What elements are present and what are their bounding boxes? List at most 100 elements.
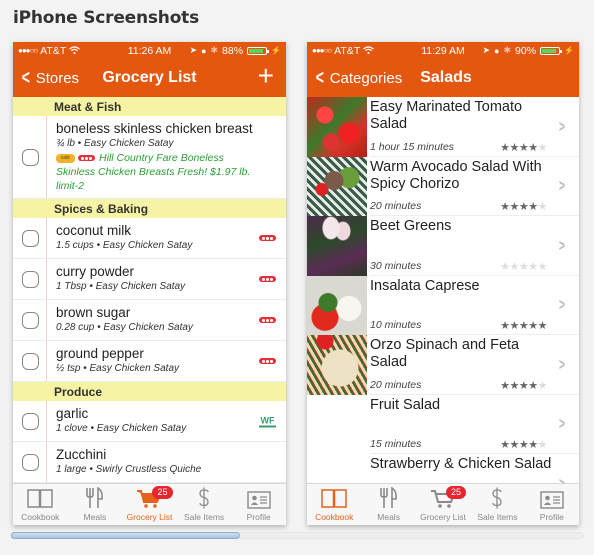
star-filled-icon: ★ (518, 201, 529, 213)
grocery-item[interactable]: brown sugar 0.28 cup • Easy Chicken Sata… (13, 300, 286, 341)
item-detail: ½ tsp • Easy Chicken Satay (56, 363, 180, 374)
recipe-row[interactable]: Insalata Caprese 10 minutes ★★★★★ > (307, 275, 579, 335)
tab-grocery-list[interactable]: Grocery List 25 (416, 484, 470, 525)
tab-label: Profile (539, 512, 564, 522)
nav-bar: < Categories Salads (307, 59, 579, 97)
chevron-right-icon[interactable]: > (559, 295, 565, 315)
tab-grocery-list[interactable]: Grocery List 25 (122, 484, 177, 525)
star-filled-icon: ★ (509, 439, 520, 451)
grocery-list[interactable]: Meat & Fish boneless skinless chicken br… (13, 97, 286, 483)
dollar-icon (197, 487, 211, 509)
chevron-right-icon[interactable]: > (559, 176, 565, 196)
tab-profile[interactable]: Profile (525, 484, 579, 525)
tab-meals[interactable]: Meals (68, 484, 123, 525)
profile-card-icon (540, 487, 564, 509)
add-item-button[interactable]: + (258, 62, 274, 90)
heb-icon (259, 317, 276, 323)
book-icon (321, 487, 347, 509)
heb-icon (259, 276, 276, 282)
grocery-item[interactable]: curry powder 1 Tbsp • Easy Chicken Satay (13, 259, 286, 300)
tab-label: Profile (246, 512, 271, 522)
tab-cookbook[interactable]: Cookbook (307, 484, 361, 525)
recipe-row[interactable]: Beet Greens 30 minutes ★★★★★ > (307, 216, 579, 276)
recipe-name: Warm Avocado Salad With Spicy Chorizo (370, 158, 542, 192)
item-name: garlic (56, 406, 89, 421)
star-filled-icon: ★ (518, 379, 529, 392)
recipe-name: Fruit Salad (370, 396, 441, 413)
chevron-right-icon[interactable]: > (559, 414, 565, 434)
star-empty-icon: ★ (528, 260, 538, 273)
recipe-row[interactable]: Easy Marinated Tomato Salad 1 hour 15 min… (307, 97, 579, 157)
recipe-name: Easy Marinated Tomato Salad (370, 99, 523, 132)
item-name: coconut milk (56, 223, 132, 238)
recipe-thumbnail (307, 156, 367, 216)
tab-label: Cookbook (21, 512, 60, 522)
chevron-right-icon[interactable]: > (559, 117, 565, 137)
recipe-name: Beet Greens (370, 218, 452, 234)
chevron-right-icon[interactable]: > (559, 474, 565, 483)
star-filled-icon: ★ (509, 379, 520, 392)
item-checkbox[interactable] (21, 270, 39, 288)
item-checkbox[interactable] (21, 311, 39, 329)
star-filled-icon: ★ (500, 201, 510, 213)
location-arrow-icon: ➤ (189, 45, 198, 55)
tab-sale-items[interactable]: Sale Items (177, 484, 232, 525)
recipe-list[interactable]: Easy Marinated Tomato Salad 1 hour 15 min… (307, 97, 579, 483)
battery-percent: 88% (222, 44, 244, 57)
charging-icon: ⚡ (564, 46, 574, 55)
recipe-name: Orzo Spinach and Feta Salad (370, 337, 520, 370)
recipe-row[interactable]: Orzo Spinach and Feta Salad 20 minutes ★★★… (307, 335, 579, 395)
grocery-item[interactable]: boneless skinless chicken breast ¾ lb • … (13, 116, 286, 199)
chevron-right-icon[interactable]: > (559, 355, 565, 375)
tab-label: Meals (377, 512, 400, 522)
scrollbar-thumb[interactable] (11, 532, 240, 539)
grocery-item[interactable]: ground pepper ½ tsp • Easy Chicken Satay (13, 341, 286, 382)
section-header: Produce (13, 382, 286, 401)
tab-sale-items[interactable]: Sale Items (470, 484, 524, 525)
recipe-name: Insalata Caprese (370, 277, 480, 294)
recipe-time: 15 minutes (370, 438, 422, 450)
back-button[interactable]: < Stores (13, 68, 79, 88)
back-button[interactable]: < Categories (307, 68, 402, 88)
star-rating: ★★★★★ (500, 260, 547, 273)
item-checkbox[interactable] (21, 412, 39, 430)
item-checkbox[interactable] (21, 453, 39, 471)
tab-profile[interactable]: Profile (231, 484, 286, 525)
sale-tag-icon: sale (56, 153, 75, 163)
grocery-item[interactable]: coconut milk 1.5 cups • Easy Chicken Sat… (13, 218, 286, 259)
grocery-item[interactable]: Zucchini 1 large • Swirly Crustless Quic… (13, 442, 286, 483)
recipe-time: 20 minutes (370, 200, 422, 212)
star-rating: ★★★★★ (500, 438, 547, 451)
grocery-item[interactable]: garlic 1 clove • Easy Chicken Satay WF (13, 401, 286, 442)
tab-meals[interactable]: Meals (361, 484, 415, 525)
tab-label: Meals (83, 512, 107, 522)
recipe-thumbnail (307, 275, 367, 335)
item-checkbox[interactable] (21, 352, 39, 370)
item-detail: 0.28 cup • Easy Chicken Satay (56, 322, 193, 333)
battery-percent: 90% (515, 44, 537, 57)
star-filled-icon: ★ (509, 201, 520, 213)
back-label: Categories (329, 69, 403, 87)
item-checkbox[interactable] (21, 229, 39, 247)
star-filled-icon: ★ (500, 379, 510, 392)
item-detail: 1 Tbsp • Easy Chicken Satay (56, 281, 186, 292)
recipe-thumbnail (307, 216, 367, 276)
recipe-thumbnail-empty (307, 395, 367, 455)
item-detail: 1 large • Swirly Crustless Quiche (56, 464, 202, 475)
item-name: boneless skinless chicken breast (56, 121, 253, 136)
alarm-icon: ● (201, 45, 207, 56)
recipe-row[interactable]: Warm Avocado Salad With Spicy Chorizo 20 … (307, 156, 579, 216)
wifi-icon (69, 45, 81, 57)
status-bar: ●●●○○ AT&T 11:26 AM ➤ ● ✱ 88% ⚡ (13, 42, 286, 59)
section-header: Spices & Baking (13, 199, 286, 218)
tab-cookbook[interactable]: Cookbook (13, 484, 68, 525)
recipe-time: 30 minutes (370, 259, 422, 272)
star-rating: ★★★★★ (500, 379, 547, 392)
chevron-left-icon: < (21, 67, 30, 89)
recipe-row[interactable]: Strawberry & Chicken Salad > (307, 454, 579, 483)
recipe-row[interactable]: Fruit Salad 15 minutes ★★★★★ > (307, 395, 579, 455)
phone-screen-grocery-list: ●●●○○ AT&T 11:26 AM ➤ ● ✱ 88% ⚡ < Stores… (13, 42, 286, 525)
horizontal-scrollbar[interactable] (10, 532, 584, 539)
item-checkbox[interactable] (21, 148, 39, 166)
chevron-right-icon[interactable]: > (559, 236, 565, 256)
